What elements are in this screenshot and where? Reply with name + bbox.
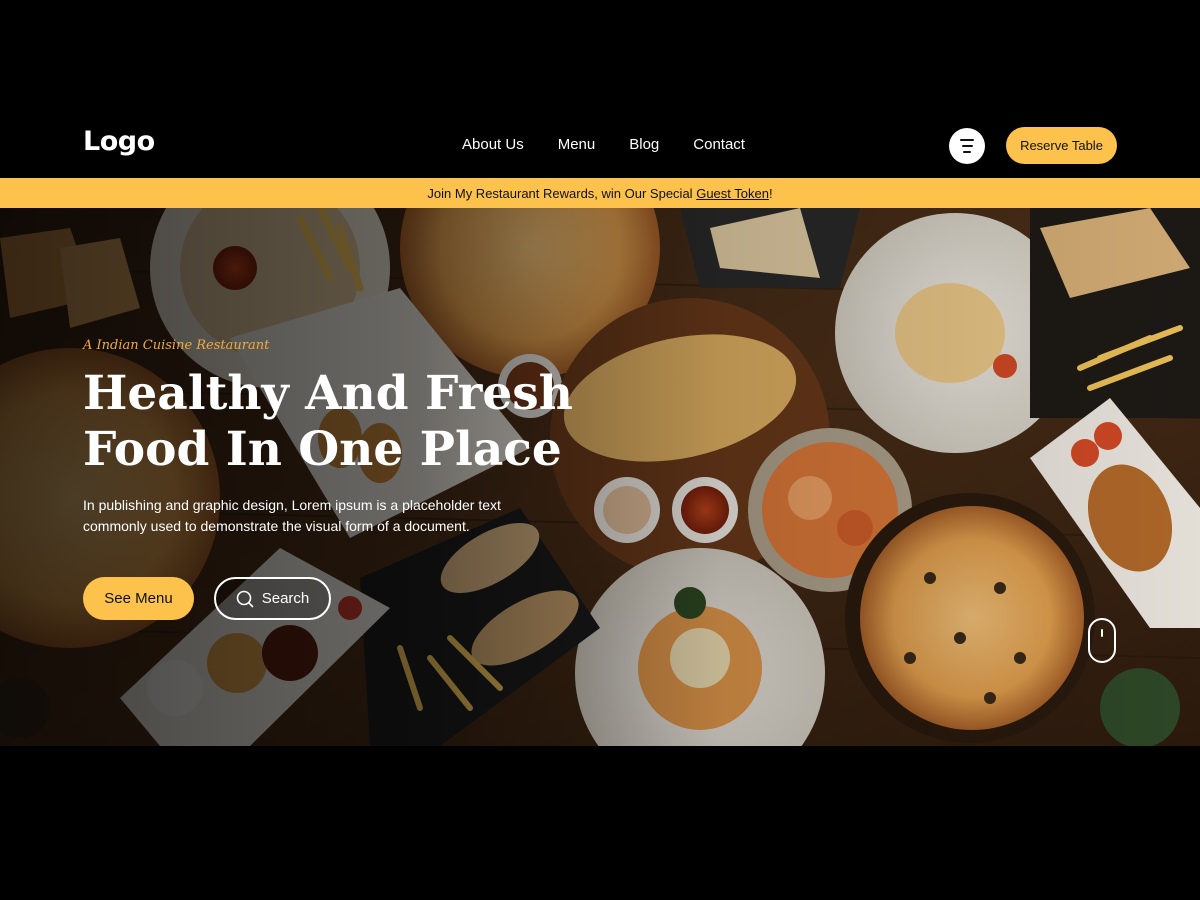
- main-nav: About Us Menu Blog Contact: [462, 136, 745, 153]
- hero-description: In publishing and graphic design, Lorem …: [83, 497, 501, 534]
- nav-menu[interactable]: Menu: [558, 136, 596, 153]
- reserve-table-button[interactable]: Reserve Table: [1006, 127, 1117, 164]
- logo[interactable]: Logo: [83, 126, 155, 157]
- guest-token-link[interactable]: Guest Token: [696, 186, 769, 201]
- nav-blog[interactable]: Blog: [629, 136, 659, 153]
- search-icon: [236, 590, 254, 607]
- search-button[interactable]: Search: [214, 577, 331, 620]
- hero-section: A Indian Cuisine Restaurant Healthy And …: [0, 208, 1200, 746]
- mouse-scroll-icon[interactable]: [1088, 618, 1116, 663]
- nav-contact[interactable]: Contact: [693, 136, 745, 153]
- scroll-wheel: [1101, 629, 1103, 637]
- promo-text: Join My Restaurant Rewards, win Our Spec…: [427, 185, 693, 201]
- promo-text-end: !: [768, 185, 773, 201]
- menu-line: [961, 145, 973, 147]
- promo-banner: Join My Restaurant Rewards, win Our Spec…: [0, 178, 1200, 208]
- menu-line: [963, 151, 971, 153]
- hero-headline: Healthy And Fresh Food In One Place: [83, 366, 573, 478]
- hero-tagline: A Indian Cuisine Restaurant: [83, 338, 270, 353]
- nav-about-us[interactable]: About Us: [462, 136, 524, 153]
- see-menu-button[interactable]: See Menu: [83, 577, 194, 620]
- menu-line: [960, 139, 974, 141]
- hamburger-menu-icon[interactable]: [949, 128, 985, 164]
- site-header: Logo About Us Menu Blog Contact Reserve …: [0, 112, 1200, 178]
- search-label: Search: [261, 590, 310, 607]
- headline-line-2: Food In One Place: [83, 422, 562, 477]
- headline-line-1: Healthy And Fresh: [83, 366, 573, 421]
